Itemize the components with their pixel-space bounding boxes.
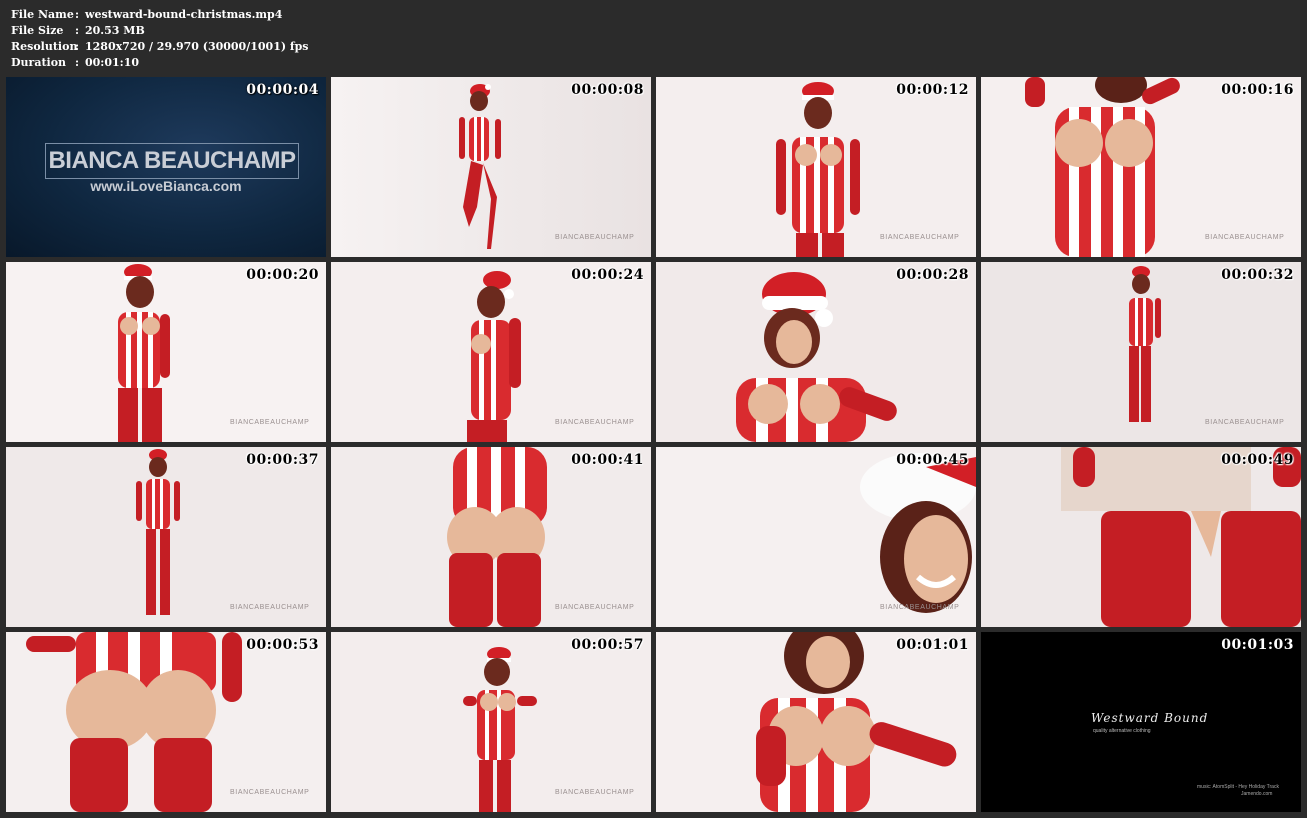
watermark: BIANCABEAUCHAMP	[230, 789, 310, 796]
watermark: BIANCABEAUCHAMP	[880, 604, 960, 611]
watermark: BIANCABEAUCHAMP	[1205, 419, 1285, 426]
video-frame-image	[6, 447, 326, 627]
timestamp: 00:00:16	[1221, 82, 1294, 98]
watermark: BIANCABEAUCHAMP	[880, 234, 960, 241]
video-frame-image	[656, 632, 976, 812]
timestamp: 00:00:04	[246, 82, 319, 98]
timestamp: 00:00:08	[571, 82, 644, 98]
resolution-label: Resolution	[11, 40, 78, 53]
video-frame-image	[331, 262, 651, 442]
video-frame-image	[331, 632, 651, 812]
watermark: BIANCABEAUCHAMP	[555, 604, 635, 611]
thumbnail[interactable]: BIANCABEAUCHAMP 00:00:16	[981, 77, 1301, 257]
brand-url: www.iLoveBianca.com	[90, 178, 242, 194]
timestamp: 00:00:24	[571, 267, 644, 283]
resolution-row: Resolution : 1280x720 / 29.970 (30000/10…	[11, 39, 309, 55]
file-name-label: File Name	[11, 8, 74, 21]
timestamp: 00:00:20	[246, 267, 319, 283]
file-name-value: westward-bound-christmas.mp4	[85, 8, 283, 21]
end-card-subtitle: quality alternative clothing	[1093, 728, 1151, 734]
thumbnail-grid: BIANCA BEAUCHAMP www.iLoveBianca.com 00:…	[6, 77, 1301, 812]
video-frame-image	[331, 447, 651, 627]
video-frame-image	[981, 262, 1301, 442]
video-frame-image	[981, 447, 1301, 627]
music-credit-line2: Jamendo.com	[1241, 791, 1273, 797]
timestamp: 00:00:28	[896, 267, 969, 283]
file-size-value: 20.53 MB	[85, 24, 145, 37]
thumbnail[interactable]: BIANCABEAUCHAMP 00:00:41	[331, 447, 651, 627]
file-size-row: File Size : 20.53 MB	[11, 23, 309, 39]
brand-logo: BIANCA BEAUCHAMP	[45, 143, 299, 179]
file-info-header: File Name : westward-bound-christmas.mp4…	[11, 7, 309, 71]
thumbnail[interactable]: BIANCABEAUCHAMP 00:00:08	[331, 77, 651, 257]
thumbnail[interactable]: 00:00:49	[981, 447, 1301, 627]
thumbnail[interactable]: 00:01:01	[656, 632, 976, 812]
file-name-row: File Name : westward-bound-christmas.mp4	[11, 7, 309, 23]
video-frame-image	[331, 77, 651, 257]
watermark: BIANCABEAUCHAMP	[555, 789, 635, 796]
thumbnail[interactable]: BIANCABEAUCHAMP 00:00:12	[656, 77, 976, 257]
timestamp: 00:00:57	[571, 637, 644, 653]
duration-value: 00:01:10	[85, 56, 140, 69]
timestamp: 00:01:03	[1221, 637, 1294, 653]
thumbnail[interactable]: BIANCABEAUCHAMP 00:00:24	[331, 262, 651, 442]
thumbnail[interactable]: BIANCABEAUCHAMP 00:00:45	[656, 447, 976, 627]
thumbnail[interactable]: Westward Bound quality alternative cloth…	[981, 632, 1301, 812]
timestamp: 00:00:37	[246, 452, 319, 468]
watermark: BIANCABEAUCHAMP	[555, 234, 635, 241]
timestamp: 00:00:53	[246, 637, 319, 653]
video-frame-image	[6, 632, 326, 812]
watermark: BIANCABEAUCHAMP	[1205, 234, 1285, 241]
timestamp: 00:00:12	[896, 82, 969, 98]
duration-label: Duration	[11, 56, 67, 69]
separator: :	[75, 56, 80, 69]
thumbnail[interactable]: BIANCABEAUCHAMP 00:00:32	[981, 262, 1301, 442]
video-frame-image	[656, 262, 976, 442]
video-frame-image	[656, 77, 976, 257]
separator: :	[75, 40, 80, 53]
video-frame-image	[981, 77, 1301, 257]
timestamp: 00:00:49	[1221, 452, 1294, 468]
timestamp: 00:01:01	[896, 637, 969, 653]
music-credit-line1: music: AtomSplit - Hey Holiday Track	[1197, 784, 1279, 790]
thumbnail[interactable]: BIANCABEAUCHAMP 00:00:37	[6, 447, 326, 627]
timestamp: 00:00:41	[571, 452, 644, 468]
watermark: BIANCABEAUCHAMP	[230, 604, 310, 611]
watermark: BIANCABEAUCHAMP	[230, 419, 310, 426]
thumbnail[interactable]: BIANCA BEAUCHAMP www.iLoveBianca.com 00:…	[6, 77, 326, 257]
thumbnail[interactable]: 00:00:28	[656, 262, 976, 442]
watermark: BIANCABEAUCHAMP	[555, 419, 635, 426]
music-credit: music: AtomSplit - Hey Holiday Track Jam…	[1197, 784, 1279, 798]
timestamp: 00:00:32	[1221, 267, 1294, 283]
duration-row: Duration : 00:01:10	[11, 55, 309, 71]
resolution-value: 1280x720 / 29.970 (30000/1001) fps	[85, 40, 309, 53]
video-frame-image	[656, 447, 976, 627]
separator: :	[75, 8, 80, 21]
timestamp: 00:00:45	[896, 452, 969, 468]
separator: :	[75, 24, 80, 37]
thumbnail[interactable]: BIANCABEAUCHAMP 00:00:20	[6, 262, 326, 442]
video-frame-image	[6, 262, 326, 442]
file-size-label: File Size	[11, 24, 64, 37]
westward-bound-logo: Westward Bound	[1091, 711, 1209, 725]
thumbnail[interactable]: BIANCABEAUCHAMP 00:00:53	[6, 632, 326, 812]
thumbnail[interactable]: BIANCABEAUCHAMP 00:00:57	[331, 632, 651, 812]
